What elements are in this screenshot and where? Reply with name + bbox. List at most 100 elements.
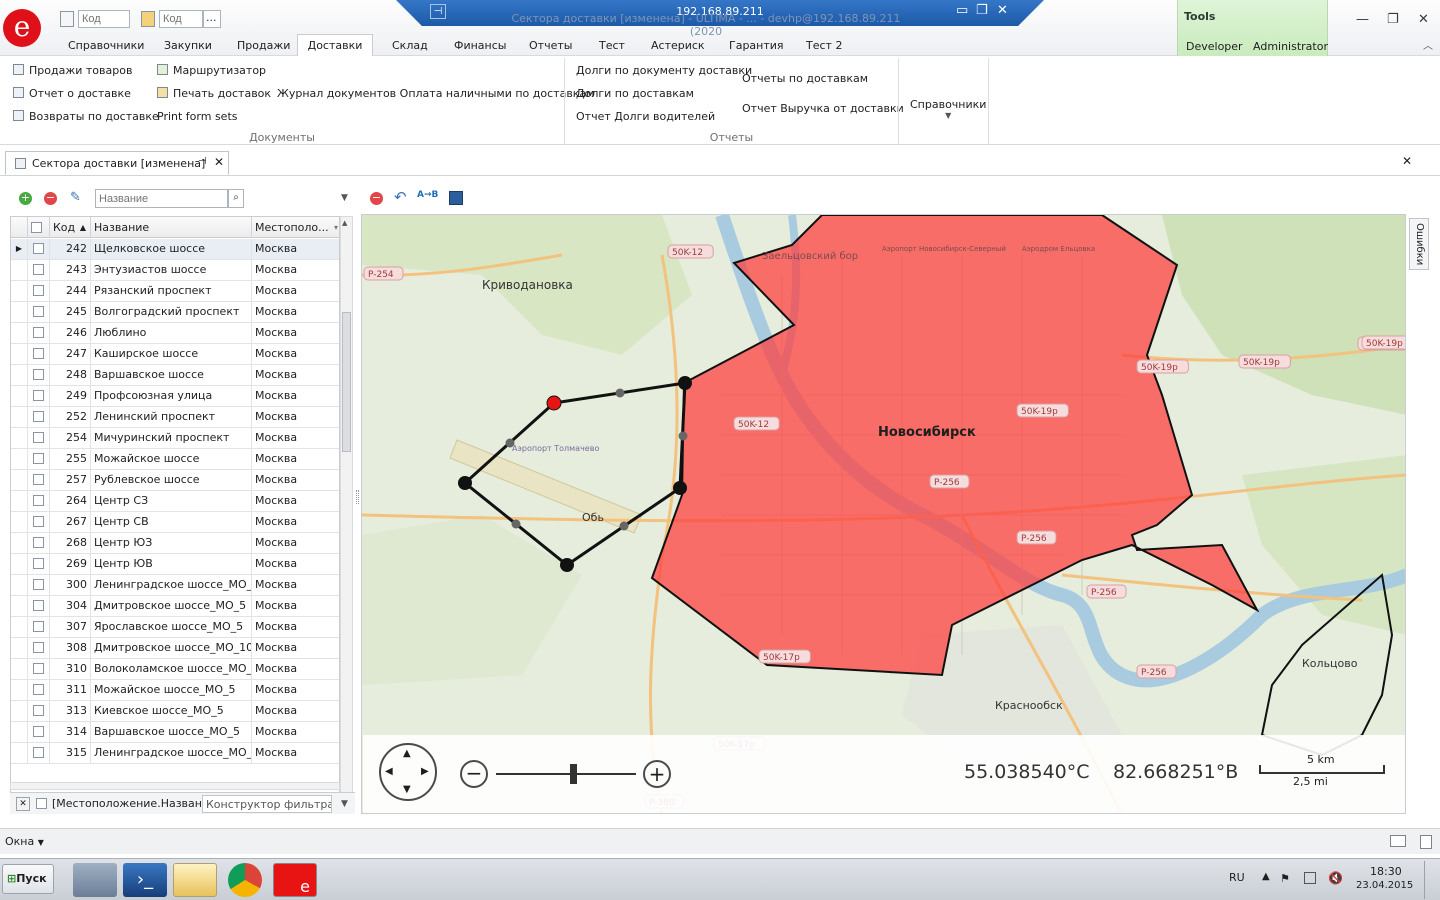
row-checkbox[interactable] [28,470,50,490]
row-checkbox[interactable] [28,386,50,406]
code-input-2[interactable] [159,10,203,28]
row-checkbox[interactable] [28,260,50,280]
row-checkbox[interactable] [28,449,50,469]
language-indicator[interactable]: RU [1229,871,1245,884]
row-checkbox[interactable] [28,428,50,448]
checkbox[interactable] [33,600,44,611]
zoom-in-icon[interactable]: + [643,760,671,788]
app-close-icon[interactable]: ✕ [1418,12,1429,27]
row-checkbox[interactable] [28,323,50,343]
tray-expand-icon[interactable]: ▲ [1262,871,1270,882]
close-icon[interactable]: ✕ [997,3,1008,18]
checkbox[interactable] [33,369,44,380]
tab-2[interactable]: Продажи [233,37,294,56]
checkbox[interactable] [33,642,44,653]
row-checkbox[interactable] [28,638,50,658]
checkbox[interactable] [33,621,44,632]
restore-icon[interactable]: ❐ [976,3,988,18]
ribbon-references-dropdown[interactable]: Справочники ▼ [910,98,986,120]
filter-icon[interactable]: ▾ [334,217,338,238]
tab-8[interactable]: Астериск [647,37,709,56]
show-desktop-button[interactable] [1424,861,1438,899]
windows-menu[interactable]: Окна ▼ [5,835,44,848]
powershell-icon[interactable]: ›_ [123,863,167,897]
ribbon-debts-by-delivery[interactable]: Долги по доставкам [576,87,694,100]
table-row[interactable]: 314 Варшавское шоссе_МО_5 Москва [11,722,339,743]
checkbox[interactable] [33,537,44,548]
minimize-icon[interactable]: ▭ [956,3,968,18]
search-input[interactable] [95,189,228,208]
ribbon-debts-by-doc[interactable]: Долги по документу доставки [576,64,752,77]
table-row[interactable]: 257 Рублевское шоссе Москва [11,470,339,491]
table-row[interactable]: 267 Центр СВ Москва [11,512,339,533]
table-row[interactable]: 315 Ленинградское шоссе_МО_10 Москва [11,743,339,764]
table-row[interactable]: 310 Волоколамское шоссе_МО_5 Москва [11,659,339,680]
row-checkbox[interactable] [28,281,50,301]
app-logo[interactable]: e [3,9,41,47]
tab-administrator[interactable]: Administrator [1253,40,1328,53]
table-row[interactable]: 243 Энтузиастов шоссе Москва [11,260,339,281]
table-row[interactable]: 252 Ленинский проспект Москва [11,407,339,428]
pan-up-icon[interactable]: ▲ [403,748,411,759]
zoom-slider-thumb[interactable] [570,764,577,784]
table-row[interactable]: 268 Центр ЮЗ Москва [11,533,339,554]
tab-9[interactable]: Гарантия [725,37,788,56]
row-checkbox[interactable] [28,701,50,721]
checkbox[interactable] [33,411,44,422]
pan-left-icon[interactable]: ◀ [385,766,393,777]
table-row[interactable]: 244 Рязанский проспект Москва [11,281,339,302]
tab-3[interactable]: Доставки [297,34,373,56]
tab-delivery-sectors[interactable]: Сектора доставки [изменена] ⊣ ✕ [5,151,229,175]
explorer-icon[interactable] [173,863,217,897]
row-checkbox[interactable] [28,743,50,763]
row-checkbox[interactable] [28,302,50,322]
ribbon-print-form-sets[interactable]: Print form sets [157,110,238,123]
ribbon-delivery-reports[interactable]: Отчеты по доставкам [742,72,868,85]
clear-filter-icon[interactable]: ✕ [16,797,30,811]
row-checkbox[interactable] [28,554,50,574]
checkbox[interactable] [33,705,44,716]
tab-1[interactable]: Закупки [160,37,216,56]
tab-6[interactable]: Отчеты [525,37,576,56]
column-location[interactable]: Местополо... ▾ [252,217,339,238]
scroll-thumb[interactable] [342,312,351,452]
code-input-1[interactable] [78,10,130,28]
checkbox[interactable] [33,432,44,443]
chevron-down-icon[interactable]: ▼ [341,799,348,809]
ribbon-print-deliveries[interactable]: Печать доставок [157,87,271,100]
checkbox[interactable] [33,390,44,401]
pan-right-icon[interactable]: ▶ [421,766,429,777]
filter-enabled-checkbox[interactable] [36,797,47,810]
server-manager-icon[interactable] [73,863,117,897]
table-row[interactable]: 245 Волгоградский проспект Москва [11,302,339,323]
row-checkbox[interactable] [28,680,50,700]
pin-icon[interactable]: ⊣ [198,156,207,167]
horizontal-scrollbar[interactable] [10,782,340,790]
app-minimize-icon[interactable]: — [1356,12,1369,27]
flag-icon[interactable]: ⚑ [1280,872,1290,885]
ribbon-sales-goods[interactable]: Продажи товаров [13,64,132,77]
add-icon[interactable]: + [19,192,32,205]
mail-icon[interactable] [1390,835,1406,847]
ribbon-cash-journal[interactable]: Журнал документов Оплата наличными по до… [277,87,594,100]
checkbox[interactable] [33,327,44,338]
row-checkbox[interactable] [28,491,50,511]
table-row[interactable]: 249 Профсоюзная улица Москва [11,386,339,407]
tab-7[interactable]: Тест [595,37,629,56]
table-row[interactable]: 254 Мичуринский проспект Москва [11,428,339,449]
tab-0[interactable]: Справочники [64,37,148,56]
save-icon[interactable] [449,191,463,205]
filter-builder-button[interactable]: Конструктор фильтра... [202,795,332,813]
row-checkbox[interactable] [28,344,50,364]
checkbox[interactable] [33,747,44,758]
row-checkbox[interactable] [28,239,50,259]
row-checkbox[interactable] [28,365,50,385]
checkbox[interactable] [33,285,44,296]
checkbox[interactable] [33,726,44,737]
ribbon-delivery-report[interactable]: Отчет о доставке [13,87,131,100]
select-all-checkbox[interactable] [28,217,50,238]
notes-icon[interactable] [1420,835,1432,849]
column-name[interactable]: Название [91,217,252,238]
checkbox[interactable] [33,558,44,569]
speaker-muted-icon[interactable]: 🔇 [1328,871,1343,885]
